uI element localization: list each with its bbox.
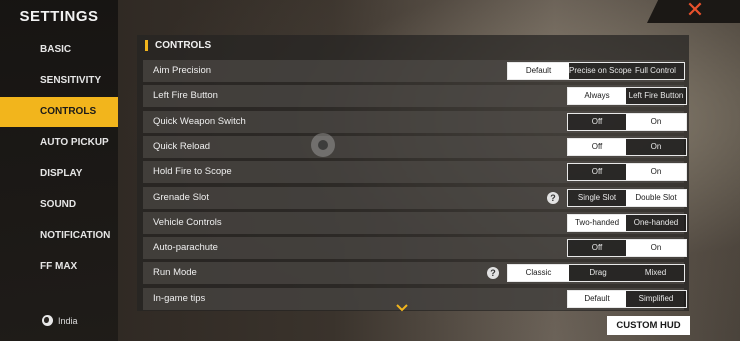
segmented-control: Off On [567, 137, 687, 156]
scroll-down-chevron-icon[interactable] [396, 304, 408, 312]
option-button[interactable]: Off [568, 240, 626, 256]
option-button[interactable]: On [626, 113, 686, 130]
setting-row: Hold Fire to Scope Off On [143, 161, 687, 184]
globe-icon [42, 315, 53, 326]
segmented-control: Default Simplified [567, 289, 687, 308]
sidebar-item-sensitivity[interactable]: SENSITIVITY [0, 66, 118, 96]
setting-label: Auto-parachute [153, 242, 218, 254]
option-button[interactable]: Default [568, 290, 626, 307]
setting-label: Aim Precision [153, 65, 212, 76]
setting-label: In-game tips [153, 292, 206, 304]
option-button[interactable]: On [626, 164, 686, 181]
setting-row: Left Fire Button Always Left Fire Button [143, 85, 687, 108]
option-button[interactable]: On [626, 139, 686, 155]
segmented-control: Classic Drag Mixed [507, 264, 685, 283]
option-button[interactable]: Default [508, 63, 569, 79]
controls-panel: CONTROLS Aim Precision Default Precise on … [137, 35, 689, 311]
setting-label: Left Fire Button [153, 90, 218, 102]
setting-row: Vehicle Controls Two-handed One-handed [143, 211, 687, 234]
option-button[interactable]: Classic [508, 265, 569, 282]
setting-label: Quick Weapon Switch [153, 115, 246, 127]
sidebar-item-basic[interactable]: BASIC [0, 35, 118, 65]
setting-label: Run Mode [153, 267, 197, 279]
touch-indicator [311, 133, 335, 157]
close-icon: ✕ [685, 0, 705, 22]
segmented-control: Two-handed One-handed [567, 213, 687, 232]
help-icon[interactable]: ? [487, 267, 499, 280]
sidebar-item-display[interactable]: DISPLAY [0, 159, 118, 189]
option-button[interactable]: Always [568, 88, 626, 105]
setting-row: Aim Precision Default Precise on Scope Full… [143, 60, 685, 82]
sidebar-item-sound[interactable]: SOUND [0, 190, 118, 220]
option-button[interactable]: On [626, 240, 686, 257]
segmented-control: Single Slot Double Slot [567, 188, 687, 207]
sidebar-item-notification[interactable]: NOTIFICATION [0, 221, 118, 251]
sidebar-item-ff-max[interactable]: FF MAX [0, 252, 118, 282]
option-button[interactable]: Precise on Scope [569, 63, 632, 79]
section-title: CONTROLS [145, 40, 211, 51]
setting-row: In-game tips Default Simplified [143, 287, 687, 310]
option-button[interactable]: One-handed [626, 215, 686, 231]
segmented-control: Off On [567, 112, 687, 131]
sidebar-item-controls[interactable]: CONTROLS [0, 97, 118, 127]
segmented-control: Off On [567, 239, 687, 258]
option-button[interactable]: Simplified [626, 291, 686, 307]
region-selector[interactable]: India [42, 315, 78, 326]
option-button[interactable]: Mixed [627, 265, 684, 281]
custom-hud-button[interactable]: CUSTOM HUD [607, 316, 690, 335]
segmented-control: Default Precise on Scope Full Control [507, 62, 685, 80]
sidebar-item-auto-pickup[interactable]: AUTO PICKUP [0, 128, 118, 158]
option-button[interactable]: Full Control [627, 63, 684, 79]
sidebar: SETTINGS BASIC SENSITIVITY CONTROLS AUTO PI… [0, 0, 118, 341]
option-button[interactable]: Left Fire Button [626, 88, 686, 104]
segmented-control: Off On [567, 163, 687, 182]
option-button[interactable]: Off [568, 164, 626, 180]
setting-row: Quick Weapon Switch Off On [143, 110, 687, 133]
option-button[interactable]: Drag [569, 265, 627, 281]
close-button[interactable]: ✕ [647, 0, 740, 23]
setting-row: Auto-parachute Off On [143, 237, 687, 260]
setting-row: Run Mode Classic Drag Mixed? [143, 262, 685, 285]
page-title: SETTINGS [19, 8, 99, 25]
region-label: India [58, 315, 78, 326]
setting-label: Hold Fire to Scope [153, 166, 232, 178]
setting-label: Quick Reload [153, 140, 211, 152]
setting-row: Grenade Slot Single Slot Double Slot? [143, 186, 687, 209]
option-button[interactable]: Off [568, 138, 626, 155]
option-button[interactable]: Single Slot [568, 190, 626, 206]
setting-label: Grenade Slot [153, 191, 209, 203]
option-button[interactable]: Two-handed [568, 214, 626, 231]
setting-label: Vehicle Controls [153, 216, 222, 228]
help-icon[interactable]: ? [547, 191, 559, 204]
option-button[interactable]: Off [568, 114, 626, 130]
setting-row: Quick Reload Off On [143, 135, 687, 158]
segmented-control: Always Left Fire Button [567, 87, 687, 106]
option-button[interactable]: Double Slot [626, 189, 686, 206]
